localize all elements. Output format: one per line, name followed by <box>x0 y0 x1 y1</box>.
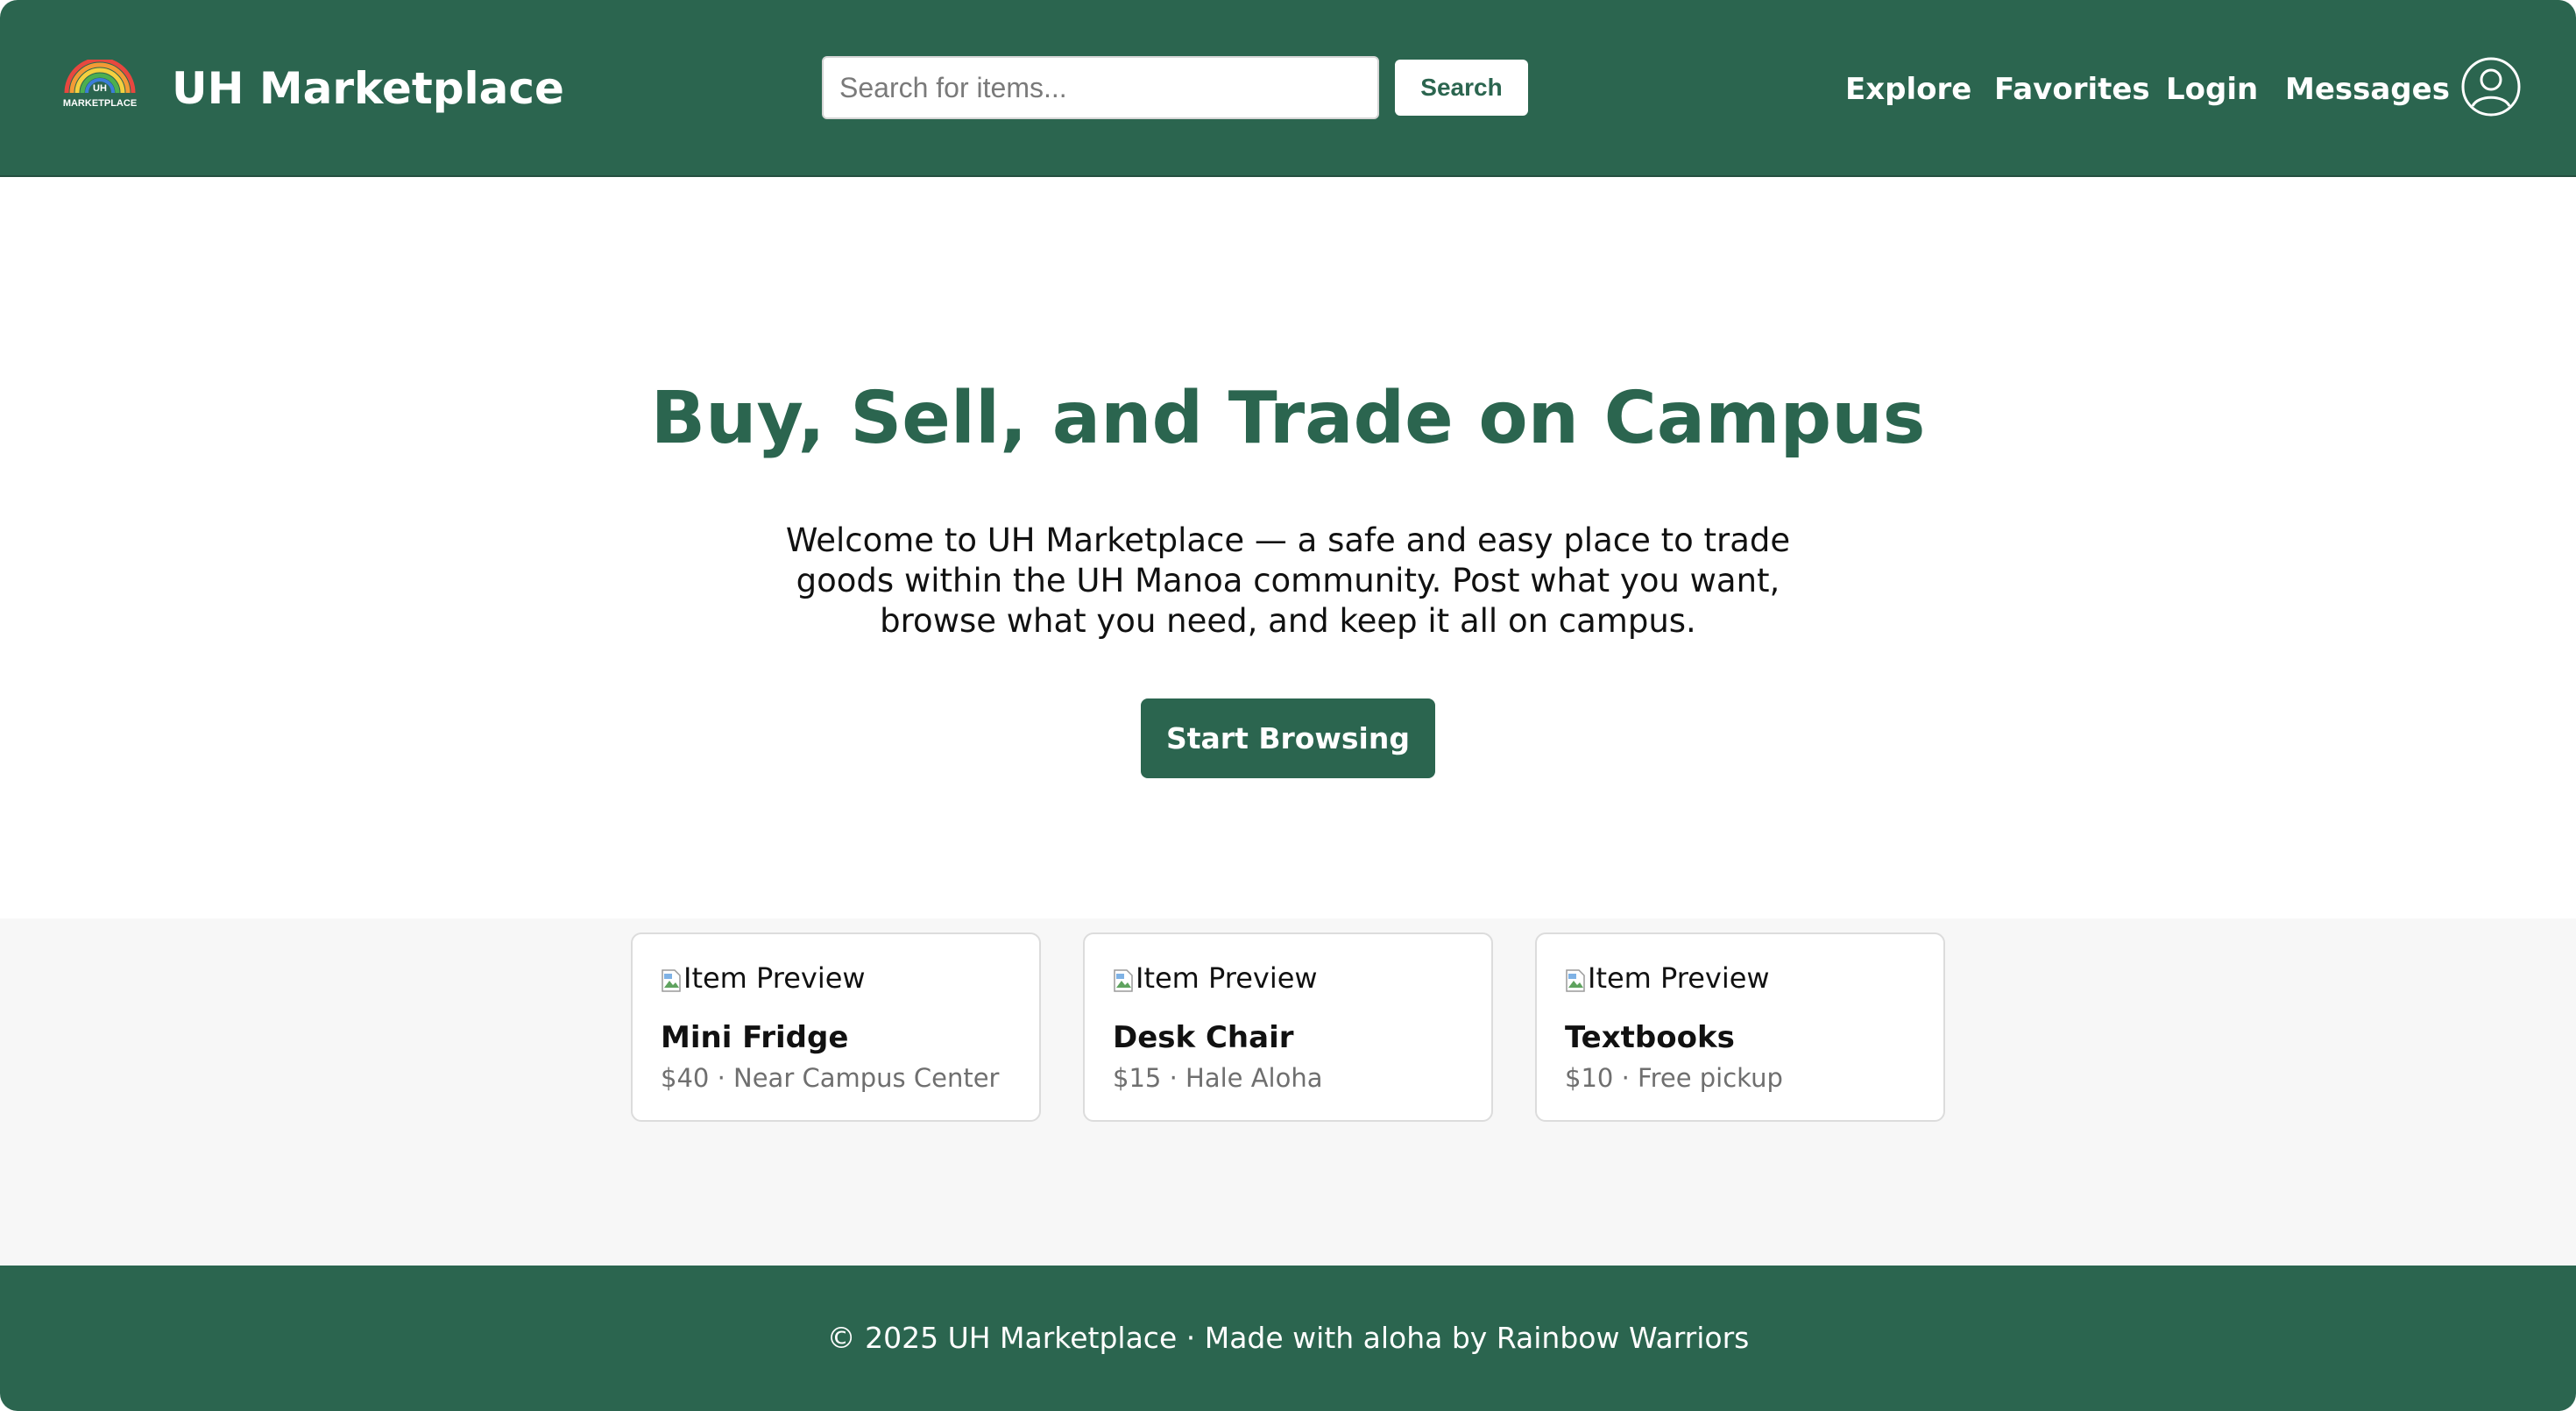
listing-meta: $10 · Free pickup <box>1565 1060 1783 1095</box>
nav-explore[interactable]: Explore <box>1845 61 1971 117</box>
listing-location: Hale Aloha <box>1185 1063 1323 1093</box>
search-input[interactable] <box>822 56 1379 119</box>
profile-button[interactable] <box>2460 56 2522 117</box>
listing-price: $40 <box>661 1063 710 1093</box>
logo-text-top: UH <box>93 83 107 94</box>
image-alt-text: Item Preview <box>1588 961 1770 995</box>
listing-price: $15 <box>1113 1063 1162 1093</box>
hero-title: Buy, Sell, and Trade on Campus <box>650 377 1926 460</box>
image-alt-text: Item Preview <box>683 961 866 995</box>
listing-card[interactable]: Item Preview Textbooks $10 · Free pickup <box>1535 932 1945 1122</box>
image-alt-text: Item Preview <box>1136 961 1318 995</box>
meta-separator: · <box>717 1063 725 1093</box>
logo-text-bottom: MARKETPLACE <box>63 98 137 109</box>
page: UH MARKETPLACE UH Marketplace Search Exp… <box>0 0 2576 1411</box>
meta-separator: · <box>1169 1063 1178 1093</box>
hero-description: Welcome to UH Marketplace — a safe and e… <box>785 521 1791 640</box>
broken-image-icon <box>1565 966 1586 992</box>
broken-image-icon <box>661 966 682 992</box>
listing-card[interactable]: Item Preview Desk Chair $15 · Hale Aloha <box>1083 932 1493 1122</box>
site-footer: © 2025 UH Marketplace · Made with aloha … <box>0 1266 2576 1411</box>
item-preview-image: Item Preview <box>1565 961 1770 996</box>
broken-image-icon <box>1113 966 1134 992</box>
user-circle-icon <box>2461 57 2521 117</box>
listing-title: Mini Fridge <box>661 1020 849 1055</box>
listing-location: Near Campus Center <box>733 1063 1000 1093</box>
brand-title[interactable]: UH Marketplace <box>172 58 564 119</box>
listing-title: Desk Chair <box>1113 1020 1294 1055</box>
featured-listings: Item Preview Mini Fridge $40 · Near Camp… <box>0 918 2576 1266</box>
nav-messages[interactable]: Messages <box>2285 61 2450 117</box>
listing-location: Free pickup <box>1638 1063 1783 1093</box>
listing-price: $10 <box>1565 1063 1614 1093</box>
site-header: UH MARKETPLACE UH Marketplace Search Exp… <box>0 0 2576 177</box>
search-button[interactable]: Search <box>1395 60 1528 116</box>
nav-login[interactable]: Login <box>2166 61 2258 117</box>
listing-meta: $40 · Near Campus Center <box>661 1060 999 1095</box>
nav-favorites[interactable]: Favorites <box>1994 61 2150 117</box>
listing-title: Textbooks <box>1565 1020 1735 1055</box>
listing-card[interactable]: Item Preview Mini Fridge $40 · Near Camp… <box>631 932 1041 1122</box>
meta-separator: · <box>1621 1063 1630 1093</box>
site-logo[interactable]: UH MARKETPLACE <box>60 57 140 109</box>
listing-meta: $15 · Hale Aloha <box>1113 1060 1323 1095</box>
item-preview-image: Item Preview <box>661 961 866 996</box>
footer-text: © 2025 UH Marketplace · Made with aloha … <box>826 1321 1750 1355</box>
item-preview-image: Item Preview <box>1113 961 1318 996</box>
rainbow-logo-icon: UH MARKETPLACE <box>63 57 137 109</box>
start-browsing-button[interactable]: Start Browsing <box>1141 698 1435 778</box>
